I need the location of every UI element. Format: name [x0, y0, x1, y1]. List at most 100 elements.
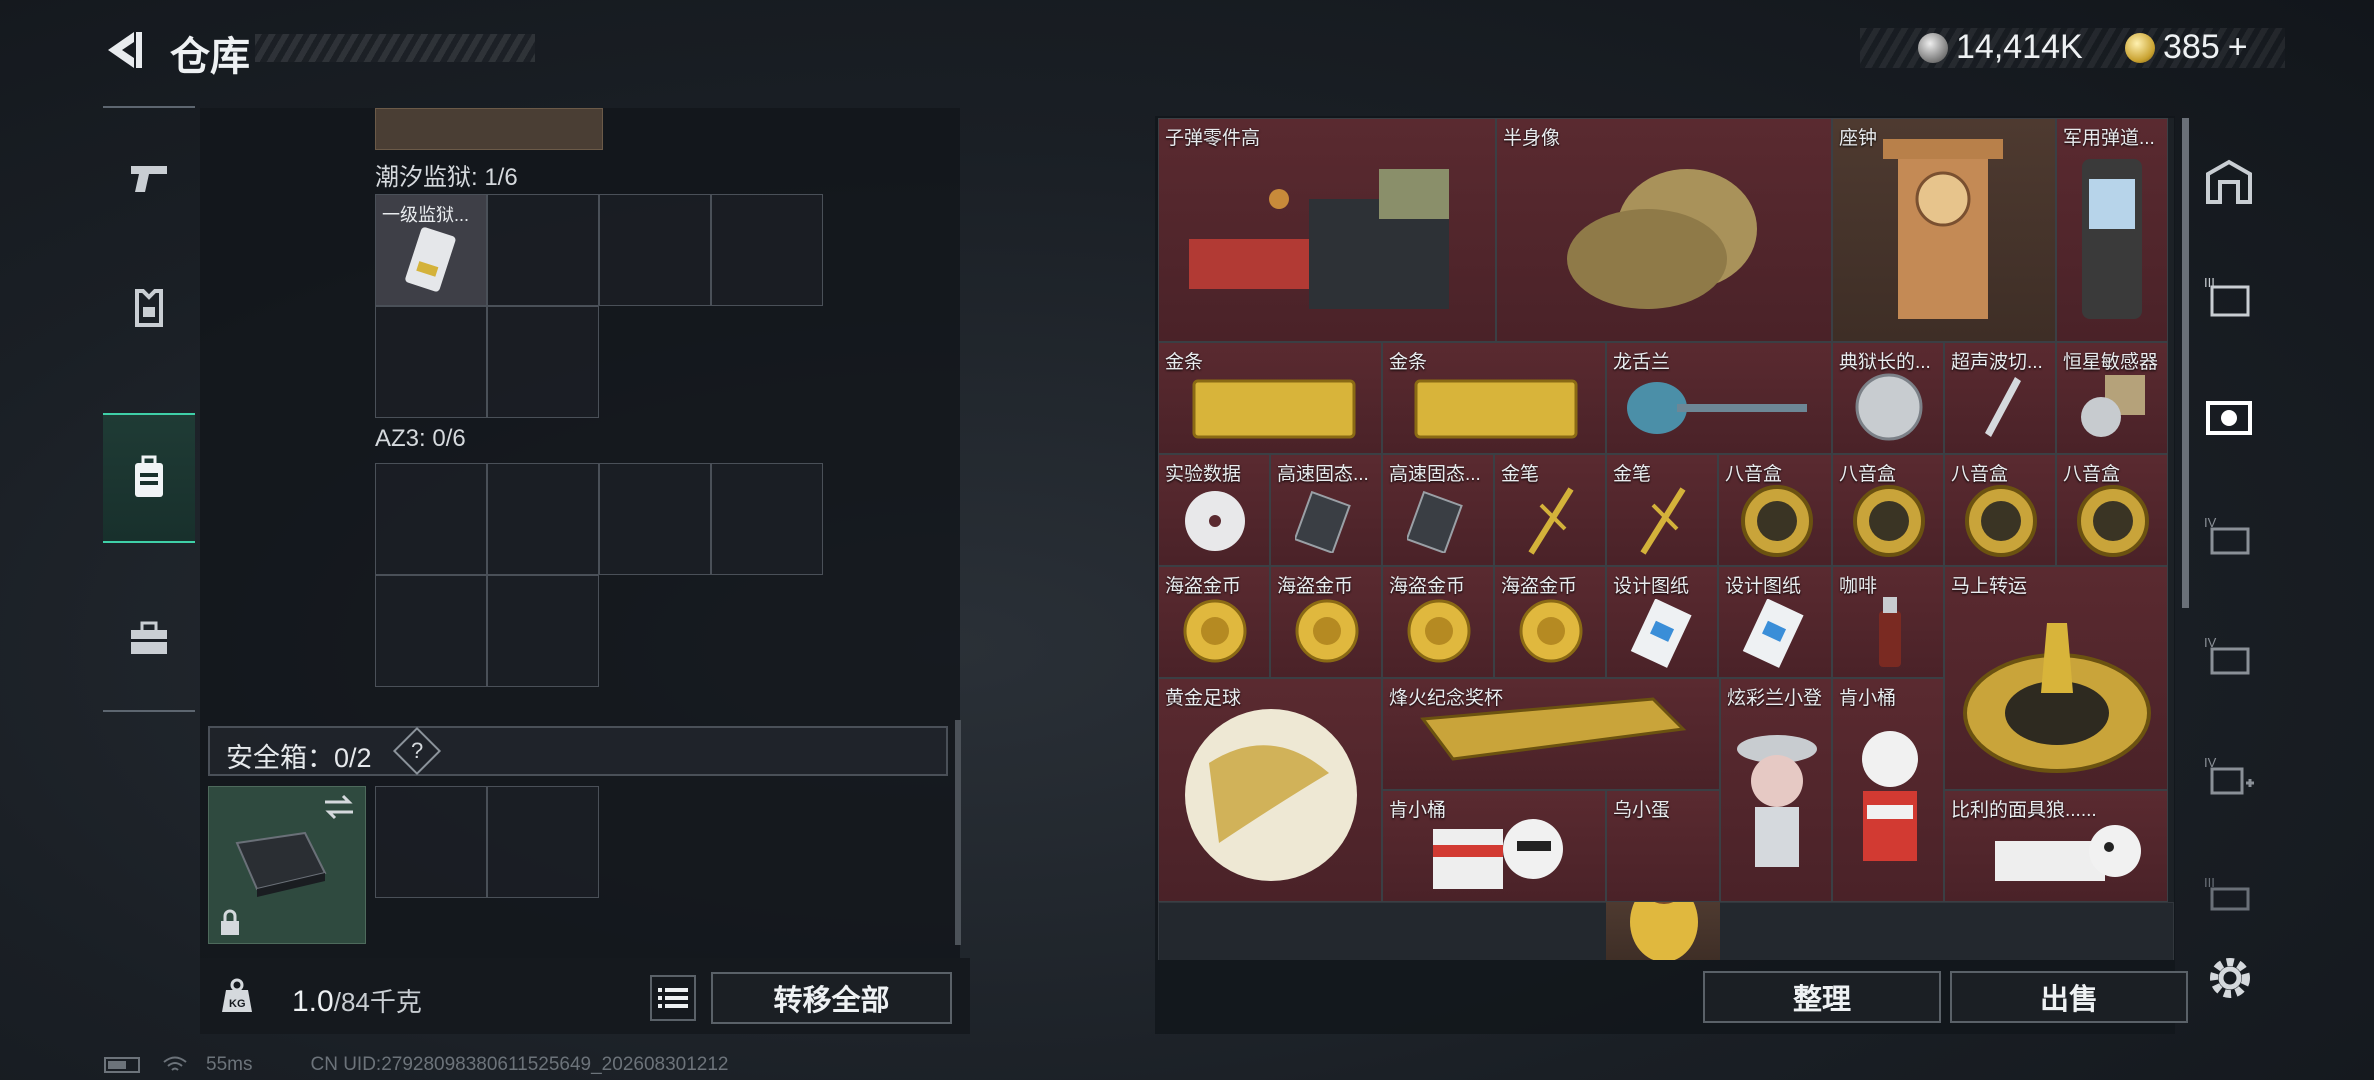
storage-tab-icon: IV: [2204, 635, 2250, 675]
ssd-icon: [1407, 490, 1463, 553]
gold-bar-icon: [1414, 379, 1578, 439]
left-scrollbar[interactable]: [955, 720, 961, 945]
safe-box-slot[interactable]: [208, 786, 366, 944]
stash-item[interactable]: 八音盒: [2056, 454, 2168, 566]
stash-item[interactable]: 高速固态...: [1382, 454, 1494, 566]
tab-storage-4a[interactable]: IV: [2198, 505, 2260, 567]
item-name: 高速固态...: [1389, 464, 1481, 485]
container-slot[interactable]: [487, 306, 599, 418]
stash-item[interactable]: 子弹零件高: [1158, 118, 1496, 342]
swap-icon[interactable]: [321, 793, 357, 821]
stash-item[interactable]: 八音盒: [1832, 454, 1944, 566]
tequila-bottle-icon: [1627, 382, 1807, 434]
gun-icon: [131, 166, 167, 192]
tab-storage-active[interactable]: [2198, 385, 2260, 447]
svg-text:KG: KG: [229, 998, 246, 1010]
tab-storage-4b[interactable]: IV: [2198, 625, 2260, 687]
coffee-bottle-icon: [1879, 597, 1901, 667]
item-name: 金条: [1165, 352, 1204, 373]
container-slot[interactable]: [375, 463, 487, 575]
stash-scrollbar[interactable]: [2182, 118, 2189, 608]
stash-item[interactable]: 军用弹道...: [2056, 118, 2168, 342]
stash-item[interactable]: 实验数据: [1158, 454, 1270, 566]
item-name: 海盗金币: [1501, 576, 1578, 597]
item-name: 炫彩兰小登: [1727, 688, 1823, 709]
item-strip[interactable]: [375, 108, 603, 150]
sell-button[interactable]: 出售: [1950, 971, 2188, 1023]
stash-item[interactable]: 八音盒: [1944, 454, 2056, 566]
music-box-icon: [1853, 485, 1925, 557]
stash-item[interactable]: 比利的面具狼......: [1944, 790, 2168, 902]
stash-item[interactable]: 烽火纪念奖杯: [1382, 678, 1720, 790]
item-name: 高速固态...: [1277, 464, 1369, 485]
add-gold-button[interactable]: +: [2228, 28, 2248, 67]
clock-icon: [1883, 139, 2003, 319]
stash-item[interactable]: 设计图纸: [1718, 566, 1832, 678]
transfer-all-button[interactable]: 转移全部: [711, 972, 952, 1024]
list-view-button[interactable]: [650, 975, 696, 1021]
stash-item[interactable]: 肯小桶: [1382, 790, 1606, 902]
tab-storage-4c[interactable]: IV: [2198, 745, 2260, 807]
music-box-icon: [1741, 485, 1813, 557]
container-slot[interactable]: [487, 463, 599, 575]
stash-item[interactable]: 海盗金币: [1270, 566, 1382, 678]
safe-slot[interactable]: [487, 786, 599, 898]
tab-all-storage[interactable]: [2198, 150, 2260, 212]
stash-item[interactable]: 乌小蛋: [1606, 790, 1720, 902]
container-slot[interactable]: 一级监狱...: [375, 194, 487, 306]
container-slot[interactable]: [487, 194, 599, 306]
container-slot[interactable]: [711, 463, 823, 575]
gold-bar-icon: [1192, 379, 1356, 439]
sort-button[interactable]: 整理: [1703, 971, 1941, 1023]
container-slot[interactable]: [375, 306, 487, 418]
container-label: AZ3: 0/6: [375, 425, 466, 452]
stash-grid: 子弹零件高 半身像 座钟 军用弹道... 金条 金条 龙舌兰 典狱长的... 超…: [1158, 118, 2174, 960]
gold-currency[interactable]: 385 +: [2125, 28, 2248, 67]
stash-item[interactable]: 半身像: [1496, 118, 1832, 342]
stash-item[interactable]: 金条: [1158, 342, 1382, 454]
container-slot[interactable]: [711, 194, 823, 306]
stash-item[interactable]: 金笔: [1606, 454, 1718, 566]
stash-item-overflow[interactable]: [1606, 902, 1720, 960]
nav-backpack[interactable]: [103, 413, 195, 543]
stash-item[interactable]: 海盗金币: [1382, 566, 1494, 678]
tab-storage-3[interactable]: III: [2198, 265, 2260, 327]
stash-item[interactable]: 炫彩兰小登: [1720, 678, 1832, 902]
stash-item[interactable]: 金条: [1382, 342, 1606, 454]
stash-item[interactable]: 座钟: [1832, 118, 2056, 342]
storage-add-icon: IV: [2204, 755, 2254, 795]
stash-item[interactable]: 海盗金币: [1158, 566, 1270, 678]
stash-item[interactable]: 肯小桶: [1832, 678, 1944, 902]
nav-weapons[interactable]: [103, 113, 195, 243]
stash-item[interactable]: 黄金足球: [1158, 678, 1382, 902]
container-slot[interactable]: [599, 194, 711, 306]
stash-item[interactable]: 超声波切...: [1944, 342, 2056, 454]
container-slot[interactable]: [375, 575, 487, 687]
backpack-icon: [135, 455, 163, 497]
stash-item[interactable]: 典狱长的...: [1832, 342, 1944, 454]
nav-armor[interactable]: [103, 243, 195, 373]
container-slot[interactable]: [487, 575, 599, 687]
stash-item[interactable]: 金笔: [1494, 454, 1606, 566]
nav-supplies[interactable]: [103, 573, 195, 703]
stash-item[interactable]: 高速固态...: [1270, 454, 1382, 566]
stash-item[interactable]: 恒星敏感器: [2056, 342, 2168, 454]
stash-item[interactable]: 设计图纸: [1606, 566, 1718, 678]
safe-case-icon: [235, 831, 327, 897]
back-button[interactable]: [100, 26, 148, 74]
item-name: 设计图纸: [1725, 576, 1802, 597]
stash-item[interactable]: 马上转运: [1944, 566, 2168, 790]
silver-coin-icon: [1918, 32, 1948, 63]
gold-coin-icon: [2125, 32, 2155, 63]
stash-item[interactable]: 八音盒: [1718, 454, 1832, 566]
music-box-icon: [2077, 485, 2149, 557]
weight-icon: KG: [222, 978, 252, 1012]
tab-storage-3b[interactable]: III: [2198, 865, 2260, 927]
stash-item[interactable]: 龙舌兰: [1606, 342, 1832, 454]
safe-slot[interactable]: [375, 786, 487, 898]
item-name: 座钟: [1839, 128, 1878, 149]
stash-item[interactable]: 海盗金币: [1494, 566, 1606, 678]
container-slot[interactable]: [599, 463, 711, 575]
settings-button[interactable]: [2205, 953, 2255, 1003]
stash-item[interactable]: 咖啡: [1832, 566, 1944, 678]
